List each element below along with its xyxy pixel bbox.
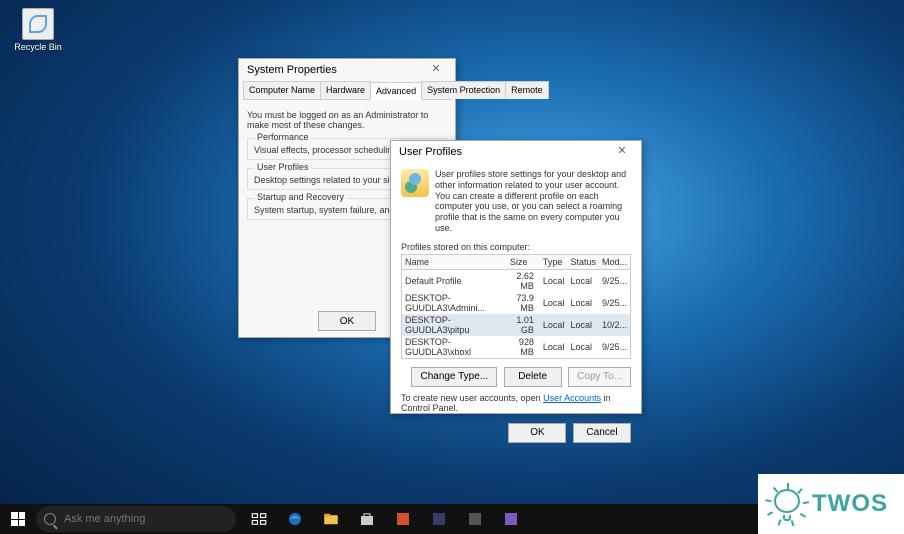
system-properties-tabs: Computer Name Hardware Advanced System P… <box>243 81 451 100</box>
table-row[interactable]: DESKTOP-GUUDLA3\pitpu1.01 GBLocalLocal10… <box>402 314 631 336</box>
table-label: Profiles stored on this computer: <box>401 242 631 252</box>
user-profiles-text: Desktop settings related to your sign-in <box>254 175 410 185</box>
user-profiles-title: User Profiles <box>395 146 607 158</box>
app-icon-1[interactable] <box>386 504 420 534</box>
app-icon-4[interactable] <box>494 504 528 534</box>
user-profiles-icon <box>401 169 429 197</box>
close-icon[interactable]: ✕ <box>607 143 637 161</box>
search-input[interactable] <box>62 512 228 526</box>
table-row[interactable]: DESKTOP-GUUDLA3\Admini...73.9 MBLocalLoc… <box>402 292 631 314</box>
admin-note: You must be logged on as an Administrato… <box>247 110 447 130</box>
intro-row: User profiles store settings for your de… <box>401 169 631 234</box>
twos-text: TWOS <box>812 490 888 518</box>
col-mod[interactable]: Mod... <box>599 254 631 269</box>
profile-buttons-row: Change Type... Delete Copy To... <box>401 367 631 387</box>
tab-computer-name[interactable]: Computer Name <box>243 81 321 99</box>
col-name[interactable]: Name <box>402 254 507 269</box>
windows-logo-icon <box>11 512 25 526</box>
system-properties-titlebar[interactable]: System Properties ✕ <box>239 59 455 81</box>
table-row[interactable]: DESKTOP-GUUDLA3\xboxl928 MBLocalLocal9/2… <box>402 336 631 359</box>
app-icon-3[interactable] <box>458 504 492 534</box>
search-icon <box>44 513 56 525</box>
system-properties-title: System Properties <box>243 64 421 76</box>
col-size[interactable]: Size <box>507 254 540 269</box>
profiles-ok-button[interactable]: OK <box>508 423 566 443</box>
edge-icon[interactable] <box>278 504 312 534</box>
app-icon-2[interactable] <box>422 504 456 534</box>
user-accounts-note: To create new user accounts, open User A… <box>401 393 631 413</box>
user-profiles-legend: User Profiles <box>254 162 312 172</box>
user-accounts-link[interactable]: User Accounts <box>543 393 601 403</box>
table-header-row: Name Size Type Status Mod... <box>402 254 631 269</box>
profiles-cancel-button[interactable]: Cancel <box>573 423 631 443</box>
link-prefix: To create new user accounts, open <box>401 393 543 403</box>
task-view-button[interactable] <box>242 504 276 534</box>
performance-legend: Performance <box>254 132 312 142</box>
col-type[interactable]: Type <box>540 254 568 269</box>
tab-system-protection[interactable]: System Protection <box>421 81 506 99</box>
close-icon[interactable]: ✕ <box>421 61 451 79</box>
user-profiles-dialog: User Profiles ✕ User profiles store sett… <box>390 140 642 414</box>
recycle-bin[interactable]: Recycle Bin <box>8 8 68 52</box>
user-profiles-titlebar[interactable]: User Profiles ✕ <box>391 141 641 163</box>
sysprops-ok-button[interactable]: OK <box>318 311 376 331</box>
dialog-buttons: OK Cancel <box>401 423 631 443</box>
recycle-bin-icon <box>22 8 54 40</box>
taskbar-pinned <box>242 504 528 534</box>
table-row[interactable]: Default Profile2.62 MBLocalLocal9/25... <box>402 269 631 292</box>
recycle-bin-label: Recycle Bin <box>8 42 68 52</box>
start-button[interactable] <box>0 504 36 534</box>
intro-text: User profiles store settings for your de… <box>435 169 631 234</box>
tab-hardware[interactable]: Hardware <box>320 81 371 99</box>
col-status[interactable]: Status <box>567 254 599 269</box>
tab-advanced[interactable]: Advanced <box>370 82 422 100</box>
tab-remote[interactable]: Remote <box>505 81 549 99</box>
delete-button[interactable]: Delete <box>504 367 562 387</box>
twos-logo: TWOS <box>758 474 904 534</box>
store-icon[interactable] <box>350 504 384 534</box>
copy-to-button[interactable]: Copy To... <box>568 367 631 387</box>
cortana-search[interactable] <box>36 506 236 532</box>
lightbulb-icon <box>768 485 806 523</box>
startup-recovery-legend: Startup and Recovery <box>254 192 347 202</box>
file-explorer-icon[interactable] <box>314 504 348 534</box>
profiles-table[interactable]: Name Size Type Status Mod... Default Pro… <box>401 254 631 359</box>
change-type-button[interactable]: Change Type... <box>411 367 497 387</box>
